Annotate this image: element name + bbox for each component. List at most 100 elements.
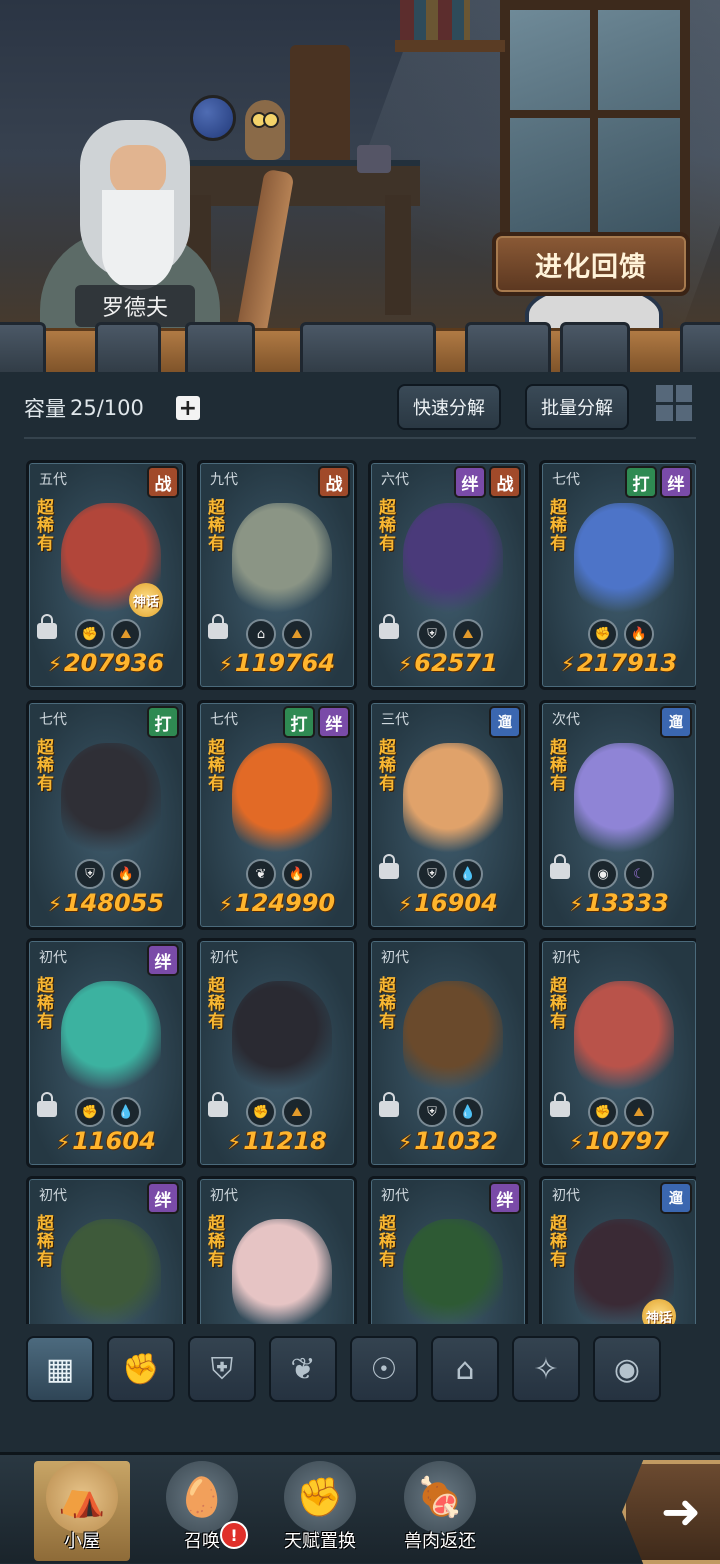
creature-portrait — [61, 981, 161, 1096]
generation-label: 初代 — [552, 950, 580, 966]
generation-label: 初代 — [381, 950, 409, 966]
trait-tag: 战 — [489, 466, 521, 498]
lock-icon[interactable] — [37, 614, 57, 639]
nav-label: 兽肉返还 — [404, 1531, 476, 1552]
rarity-label: 超稀有 — [37, 1214, 54, 1270]
creature-card[interactable]: 五代战超稀有 神话 ✊ ⛰ ⚡207936 — [26, 460, 186, 690]
power-value: 13333 — [585, 889, 669, 917]
lock-icon[interactable] — [379, 854, 399, 879]
eye-icon: ◉ — [588, 859, 618, 889]
dark-icon: ☾ — [624, 859, 654, 889]
creature-card[interactable]: 初代遛超稀有 神话 — [539, 1176, 696, 1324]
bookshelf — [400, 0, 470, 40]
rarity-label: 超稀有 — [37, 498, 54, 554]
power-value: 11604 — [72, 1127, 156, 1155]
generation-label: 七代 — [210, 712, 238, 728]
creature-card[interactable]: 七代打绊超稀有 ❦ 🔥 ⚡124990 — [197, 700, 357, 930]
inkpot — [357, 145, 391, 173]
creature-card[interactable]: 七代打超稀有 ⛨ 🔥 ⚡148055 — [26, 700, 186, 930]
generation-label: 六代 — [381, 472, 409, 488]
power-value: 11032 — [414, 1127, 498, 1155]
creature-grid[interactable]: 五代战超稀有 神话 ✊ ⛰ ⚡207936 九代战超稀有 ⌂ ⛰ ⚡119764 六代绊战超稀有 ⛨… — [26, 460, 696, 1324]
creature-card[interactable]: 初代 超稀有 ✊ ⛰ ⚡10797 — [539, 938, 696, 1168]
owl — [245, 100, 285, 160]
power-icon: ⚡ — [569, 1130, 584, 1154]
hut-scene: 罗德夫 进化回馈 — [0, 0, 720, 345]
combat-power: ⚡207936 — [29, 649, 183, 677]
filter-shield-icon[interactable]: ⛨ — [188, 1336, 256, 1402]
grid-view-icon[interactable] — [656, 385, 692, 421]
expand-capacity-button[interactable]: + — [175, 396, 200, 421]
element-filter-bar: ▦ ✊ ⛨ ❦ ☉ ⌂ ✧ ◉ — [26, 1336, 706, 1402]
creature-card[interactable]: 初代 绊超稀有 — [368, 1176, 528, 1324]
filter-all-icon[interactable]: ▦ — [26, 1336, 94, 1402]
trait-tag: 遛 — [660, 1182, 692, 1214]
lock-icon[interactable] — [208, 1092, 228, 1117]
lock-icon[interactable] — [379, 614, 399, 639]
water-icon: 💧 — [453, 1097, 483, 1127]
quick-decompose-button[interactable]: 快速分解 — [397, 384, 501, 430]
nav-meat-tab[interactable]: 🍖 兽肉返还 — [392, 1461, 488, 1561]
power-icon: ⚡ — [398, 892, 413, 916]
power-value: 124990 — [234, 889, 336, 917]
creature-card[interactable]: 九代战超稀有 ⌂ ⛰ ⚡119764 — [197, 460, 357, 690]
nav-meat-icon: 🍖 — [404, 1461, 476, 1533]
power-value: 217913 — [576, 649, 678, 677]
helmet-icon: ⌂ — [246, 619, 276, 649]
creature-portrait — [403, 981, 503, 1096]
rarity-label: 超稀有 — [379, 1214, 396, 1270]
rarity-label: 超稀有 — [379, 498, 396, 554]
power-value: 148055 — [63, 889, 165, 917]
filter-fist-icon[interactable]: ✊ — [107, 1336, 175, 1402]
creature-card[interactable]: 次代遛超稀有 ◉ ☾ ⚡13333 — [539, 700, 696, 930]
nav-hut-tab[interactable]: ⛺ 小屋 — [34, 1461, 130, 1561]
creature-portrait — [232, 1219, 332, 1324]
power-value: 10797 — [585, 1127, 669, 1155]
lock-icon[interactable] — [37, 1092, 57, 1117]
rarity-label: 超稀有 — [37, 738, 54, 794]
trait-tag: 战 — [147, 466, 179, 498]
nav-talent-icon: ✊ — [284, 1461, 356, 1533]
myth-badge: 神话 — [129, 583, 163, 617]
arrow-right-icon: ➜ — [660, 1484, 702, 1540]
capacity: 容量 25/100 + — [24, 393, 200, 423]
filter-crosshair-icon[interactable]: ✧ — [512, 1336, 580, 1402]
fist-icon: ✊ — [588, 619, 618, 649]
creature-portrait — [574, 981, 674, 1096]
filter-alien-icon[interactable]: ☉ — [350, 1336, 418, 1402]
creature-card[interactable]: 三代遛超稀有 ⛨ 💧 ⚡16904 — [368, 700, 528, 930]
trait-tag: 遛 — [489, 706, 521, 738]
earth-icon: ⛰ — [453, 619, 483, 649]
rarity-label: 超稀有 — [208, 976, 225, 1032]
generation-label: 三代 — [381, 712, 409, 728]
evolution-feedback-button[interactable]: 进化回馈 — [492, 232, 690, 296]
creature-portrait — [61, 743, 161, 858]
generation-label: 次代 — [552, 712, 580, 728]
creature-card[interactable]: 初代 超稀有 ⛨ 💧 ⚡11032 — [368, 938, 528, 1168]
creature-card[interactable]: 初代 绊超稀有 — [26, 1176, 186, 1324]
filter-eye-icon[interactable]: ◉ — [593, 1336, 661, 1402]
lock-icon[interactable] — [550, 854, 570, 879]
power-value: 11218 — [243, 1127, 327, 1155]
fire-icon: 🔥 — [624, 619, 654, 649]
bottom-nav: ⛺ 小屋 🥚 召唤! ✊ 天赋置换 🍖 兽肉返还 — [0, 1452, 720, 1563]
lock-icon[interactable] — [208, 614, 228, 639]
nav-summon-tab[interactable]: 🥚 召唤! — [154, 1461, 250, 1561]
batch-decompose-button[interactable]: 批量分解 — [525, 384, 629, 430]
fire-icon: 🔥 — [111, 859, 141, 889]
filter-leaf-icon[interactable]: ❦ — [269, 1336, 337, 1402]
creature-card[interactable]: 初代绊超稀有 ✊ 💧 ⚡11604 — [26, 938, 186, 1168]
generation-label: 初代 — [39, 950, 67, 966]
nav-label: 小屋 — [64, 1531, 100, 1552]
creature-card[interactable]: 七代打绊超稀有 ✊ 🔥 ⚡217913 — [539, 460, 696, 690]
nav-talent-tab[interactable]: ✊ 天赋置换 — [272, 1461, 368, 1561]
combat-power: ⚡124990 — [200, 889, 354, 917]
creature-card[interactable]: 初代 超稀有 ✊ ⛰ ⚡11218 — [197, 938, 357, 1168]
creature-card[interactable]: 初代 超稀有 — [197, 1176, 357, 1324]
lock-icon[interactable] — [550, 1092, 570, 1117]
creature-card[interactable]: 六代绊战超稀有 ⛨ ⛰ ⚡62571 — [368, 460, 528, 690]
lock-icon[interactable] — [379, 1092, 399, 1117]
fire-icon: 🔥 — [282, 859, 312, 889]
rarity-label: 超稀有 — [208, 738, 225, 794]
filter-helmet-icon[interactable]: ⌂ — [431, 1336, 499, 1402]
